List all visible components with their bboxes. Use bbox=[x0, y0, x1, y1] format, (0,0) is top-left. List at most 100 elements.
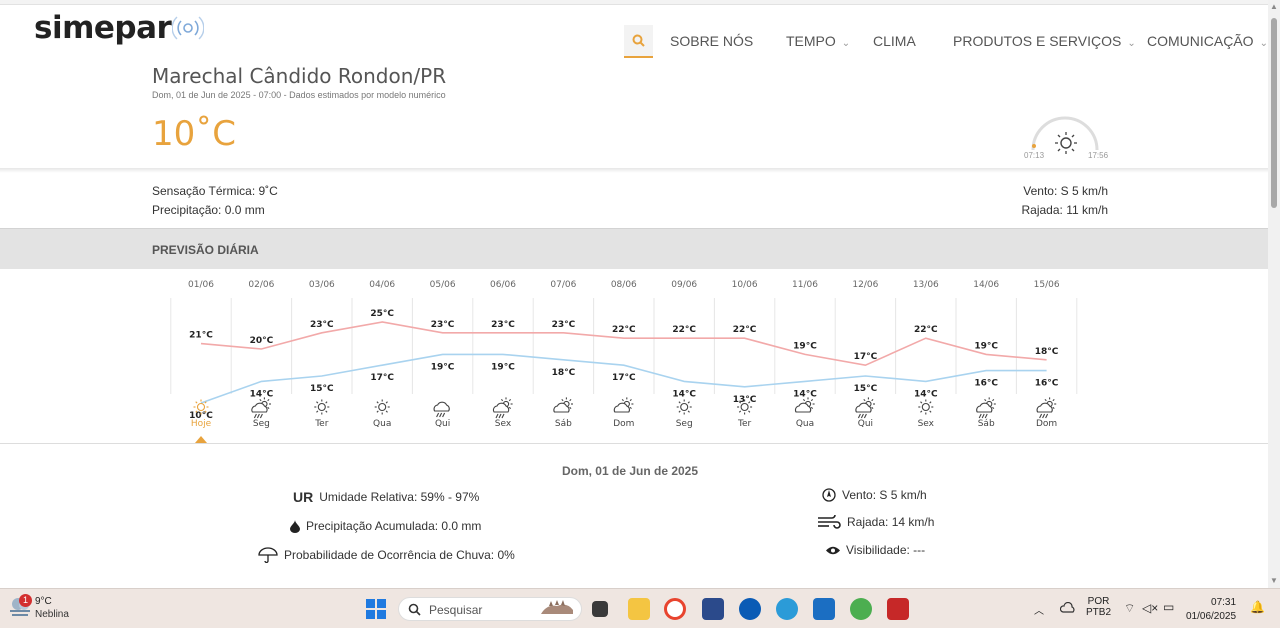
max-temp-label: 22°C bbox=[733, 325, 757, 335]
search-button[interactable] bbox=[624, 25, 653, 58]
task-view-icon[interactable] bbox=[592, 601, 608, 617]
pdf-reader-icon[interactable] bbox=[887, 598, 909, 620]
sun-cloud-rain-icon[interactable] bbox=[251, 397, 271, 419]
weekday-label: Qua bbox=[373, 419, 391, 429]
divider bbox=[0, 443, 1268, 444]
taskbar-weather-temp[interactable]: 9°C bbox=[35, 596, 52, 607]
input-language[interactable]: POR PTB2 bbox=[1086, 596, 1111, 618]
photos-icon[interactable] bbox=[850, 598, 872, 620]
feels-like: Sensação Térmica: 9˚C bbox=[152, 184, 278, 198]
chrome-icon[interactable] bbox=[664, 598, 686, 620]
dell-icon[interactable] bbox=[739, 598, 761, 620]
battery-icon[interactable]: ▭ bbox=[1163, 600, 1174, 614]
max-temp-label: 23°C bbox=[552, 320, 576, 330]
precip-acc-text: Precipitação Acumulada: 0.0 mm bbox=[306, 519, 482, 533]
nav-label: CLIMA bbox=[873, 33, 916, 49]
max-temp-label: 22°C bbox=[612, 325, 636, 335]
cloud-rain-icon[interactable] bbox=[433, 401, 450, 418]
day-date-label: 08/06 bbox=[611, 280, 637, 290]
rain-prob-row: Probabilidade de Ocorrência de Chuva: 0% bbox=[258, 547, 515, 563]
sun-cloud-icon[interactable] bbox=[794, 397, 815, 413]
sun-cloud-rain-icon[interactable] bbox=[976, 397, 996, 419]
sun-cloud-icon[interactable] bbox=[553, 397, 573, 413]
dinosaur-highlight-icon bbox=[541, 600, 573, 614]
min-temp-label: 14°C bbox=[672, 389, 696, 399]
weekday-label: Sáb bbox=[978, 419, 995, 429]
sun-cloud-icon[interactable] bbox=[613, 397, 634, 413]
max-temp-label: 20°C bbox=[250, 336, 274, 346]
gust: Rajada: 11 km/h bbox=[1021, 203, 1109, 217]
max-temp-label: 19°C bbox=[974, 341, 998, 351]
simepar-logo[interactable]: simepar bbox=[34, 10, 172, 46]
chevron-down-icon: ⌄ bbox=[841, 38, 851, 49]
scroll-thumb[interactable] bbox=[1271, 18, 1277, 208]
clock-date: 01/06/2025 bbox=[1186, 611, 1237, 622]
edge-icon[interactable] bbox=[776, 598, 798, 620]
min-temp-label: 17°C bbox=[370, 373, 394, 383]
detail-gust-row: Rajada: 14 km/h bbox=[817, 515, 934, 529]
page-scrollbar[interactable]: ▲ ▼ bbox=[1268, 0, 1280, 588]
umbrella-icon bbox=[258, 547, 278, 563]
humidity-row: UR Umidade Relativa: 59% - 97% bbox=[293, 489, 479, 505]
sun-cloud-rain-icon[interactable] bbox=[855, 397, 875, 419]
min-temp-label: 15°C bbox=[854, 384, 878, 394]
precipitation: Precipitação: 0.0 mm bbox=[152, 203, 265, 217]
lang-text: POR bbox=[1087, 596, 1110, 607]
nav-clima[interactable]: CLIMA bbox=[873, 33, 916, 49]
scroll-up-icon[interactable]: ▲ bbox=[1270, 2, 1278, 11]
sun-icon[interactable] bbox=[676, 399, 692, 415]
weekday-label: Sáb bbox=[555, 419, 572, 429]
day-date-label: 12/06 bbox=[852, 280, 878, 290]
visibility-row: Visibilidade: --- bbox=[826, 543, 925, 557]
day-date-label: 15/06 bbox=[1034, 280, 1060, 290]
raindrop-icon bbox=[290, 519, 300, 533]
nav-sobre-nos[interactable]: SOBRE NÓS bbox=[670, 33, 753, 49]
humidity-text: Umidade Relativa: 59% - 97% bbox=[319, 490, 480, 504]
show-hidden-icons[interactable]: ︿ bbox=[1034, 602, 1044, 617]
file-explorer-icon[interactable] bbox=[628, 598, 650, 620]
detail-wind-text: Vento: S 5 km/h bbox=[842, 488, 927, 502]
min-temp-label: 16°C bbox=[974, 379, 998, 389]
nav-label: PRODUTOS E SERVIÇOS bbox=[953, 33, 1122, 49]
day-date-label: 01/06 bbox=[188, 280, 214, 290]
daily-forecast-header: PREVISÃO DIÁRIA bbox=[0, 228, 1268, 269]
wind: Vento: S 5 km/h bbox=[1023, 184, 1108, 198]
nav-comunicacao[interactable]: COMUNICAÇÃO ⌄ bbox=[1147, 33, 1268, 49]
notification-bell-icon[interactable]: 🔔 bbox=[1250, 600, 1265, 614]
max-temp-label: 21°C bbox=[189, 331, 213, 341]
broadcast-icon bbox=[172, 16, 204, 40]
top-border bbox=[0, 0, 1268, 5]
current-temperature: 10˚C bbox=[152, 114, 237, 154]
daily-forecast-chart: 01/0621°C10°CHoje02/0620°C14°CSeg03/0623… bbox=[170, 280, 1078, 443]
sun-cloud-rain-icon[interactable] bbox=[1036, 397, 1057, 419]
sun-cloud-rain-icon[interactable] bbox=[492, 397, 513, 419]
eye-icon bbox=[826, 546, 840, 554]
min-temp-label: 15°C bbox=[310, 384, 334, 394]
max-temp-label: 25°C bbox=[370, 309, 394, 319]
outlook-icon[interactable] bbox=[813, 598, 835, 620]
day-date-label: 06/06 bbox=[490, 280, 516, 290]
taskbar-weather-desc[interactable]: Neblina bbox=[35, 609, 69, 620]
store-icon[interactable] bbox=[702, 598, 724, 620]
divider bbox=[0, 168, 1268, 173]
weekday-label: Dom bbox=[1036, 419, 1057, 429]
scroll-down-icon[interactable]: ▼ bbox=[1270, 576, 1278, 585]
volume-muted-icon[interactable]: ◁× bbox=[1142, 601, 1158, 615]
taskbar-search-box[interactable]: Pesquisar bbox=[398, 597, 582, 621]
taskbar-clock[interactable]: 07:31 01/06/2025 bbox=[1186, 596, 1236, 624]
sun-icon[interactable] bbox=[374, 399, 390, 415]
nav-produtos-servicos[interactable]: PRODUTOS E SERVIÇOS ⌄ bbox=[953, 33, 1136, 49]
onedrive-icon[interactable] bbox=[1060, 602, 1076, 614]
sun-icon[interactable] bbox=[314, 399, 330, 415]
day-date-label: 09/06 bbox=[671, 280, 697, 290]
day-date-label: 07/06 bbox=[550, 280, 576, 290]
city-title: Marechal Cândido Rondon/PR bbox=[152, 64, 447, 88]
weekday-label: Ter bbox=[737, 419, 752, 429]
nav-tempo[interactable]: TEMPO ⌄ bbox=[786, 33, 850, 49]
weekday-label: Seg bbox=[253, 419, 270, 429]
windows-start-icon[interactable] bbox=[366, 599, 386, 619]
wifi-icon[interactable]: ⌔ bbox=[1124, 601, 1135, 616]
max-temp-label: 22°C bbox=[672, 325, 696, 335]
ur-abbr: UR bbox=[293, 489, 314, 505]
sun-icon[interactable] bbox=[918, 399, 934, 415]
